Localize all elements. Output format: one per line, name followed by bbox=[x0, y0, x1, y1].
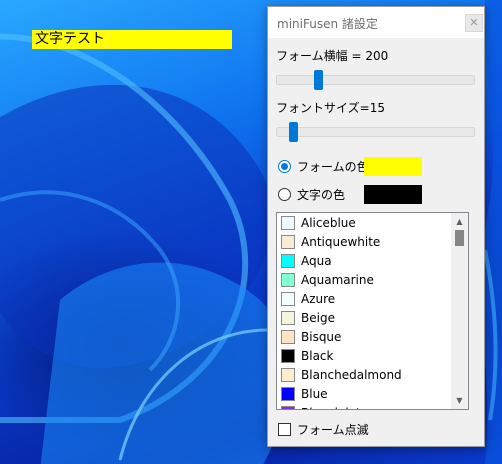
color-name: Beige bbox=[301, 310, 335, 325]
color-name: Blue bbox=[301, 386, 328, 401]
dialog-title: miniFusen 諸設定 bbox=[277, 17, 378, 31]
color-name: Aqua bbox=[301, 253, 332, 268]
color-list-item[interactable]: Black bbox=[277, 346, 451, 365]
scroll-thumb[interactable] bbox=[455, 230, 464, 246]
color-name: Azure bbox=[301, 291, 336, 306]
text-color-radio[interactable] bbox=[278, 187, 291, 201]
color-list-item[interactable]: Blueviolet bbox=[277, 403, 451, 410]
slider-track bbox=[276, 75, 475, 85]
color-swatch bbox=[281, 291, 295, 306]
color-list-items: Aliceblue Antiquewhite Aqua Aquamarine Azure… bbox=[277, 213, 451, 410]
title-bar[interactable]: miniFusen 諸設定 ✕ bbox=[268, 7, 484, 38]
form-color-option[interactable]: フォームの色 bbox=[278, 157, 369, 175]
color-list-item[interactable]: Beige bbox=[277, 308, 451, 327]
settings-dialog: miniFusen 諸設定 ✕ フォーム横幅 = 200 フォントサイズ=15 … bbox=[267, 6, 485, 447]
color-list-item[interactable]: Blue bbox=[277, 384, 451, 403]
color-swatch bbox=[281, 234, 295, 249]
form-color-radio[interactable] bbox=[278, 159, 291, 173]
color-list-item[interactable]: Azure bbox=[277, 289, 451, 308]
color-list-item[interactable]: Aliceblue bbox=[277, 213, 451, 232]
color-swatch bbox=[281, 272, 295, 287]
color-swatch bbox=[281, 329, 295, 344]
color-name: Blueviolet bbox=[301, 406, 361, 410]
slider-track bbox=[276, 127, 475, 137]
color-list[interactable]: Aliceblue Antiquewhite Aqua Aquamarine Azure… bbox=[276, 212, 469, 410]
form-color-swatch bbox=[364, 157, 422, 176]
color-swatch bbox=[281, 215, 295, 230]
slider-thumb[interactable] bbox=[289, 122, 298, 142]
color-list-scrollbar[interactable]: ▲ ▼ bbox=[451, 213, 468, 409]
sticky-note-text: 文字テスト bbox=[35, 31, 105, 47]
color-swatch bbox=[281, 310, 295, 325]
color-swatch bbox=[281, 405, 295, 409]
form-blink-label: フォーム点滅 bbox=[297, 423, 369, 437]
color-list-item[interactable]: Aqua bbox=[277, 251, 451, 270]
sticky-note[interactable]: 文字テスト bbox=[32, 30, 232, 49]
form-blink-option[interactable]: フォーム点滅 bbox=[278, 421, 369, 438]
color-list-item[interactable]: Antiquewhite bbox=[277, 232, 451, 251]
color-name: Antiquewhite bbox=[301, 234, 381, 249]
font-size-slider[interactable] bbox=[276, 119, 475, 143]
scroll-up-icon[interactable]: ▲ bbox=[451, 213, 468, 230]
form-width-slider[interactable] bbox=[276, 67, 475, 91]
color-swatch bbox=[281, 348, 295, 363]
form-width-label: フォーム横幅 = 200 bbox=[276, 49, 389, 63]
color-list-item[interactable]: Bisque bbox=[277, 327, 451, 346]
text-color-option[interactable]: 文字の色 bbox=[278, 185, 345, 203]
color-name: Blanchedalmond bbox=[301, 367, 402, 382]
text-color-swatch bbox=[364, 185, 422, 204]
color-name: Black bbox=[301, 348, 334, 363]
color-name: Bisque bbox=[301, 329, 342, 344]
form-blink-checkbox[interactable] bbox=[278, 423, 291, 436]
color-name: Aliceblue bbox=[301, 215, 356, 230]
color-swatch bbox=[281, 253, 295, 268]
color-name: Aquamarine bbox=[301, 272, 374, 287]
slider-thumb[interactable] bbox=[314, 70, 323, 90]
color-list-item[interactable]: Blanchedalmond bbox=[277, 365, 451, 384]
form-color-label: フォームの色 bbox=[297, 159, 369, 174]
font-size-label: フォントサイズ=15 bbox=[276, 101, 385, 115]
color-swatch bbox=[281, 367, 295, 382]
color-swatch bbox=[281, 386, 295, 401]
close-icon[interactable]: ✕ bbox=[465, 14, 483, 32]
color-list-item[interactable]: Aquamarine bbox=[277, 270, 451, 289]
scroll-down-icon[interactable]: ▼ bbox=[451, 392, 468, 409]
text-color-label: 文字の色 bbox=[297, 187, 346, 202]
